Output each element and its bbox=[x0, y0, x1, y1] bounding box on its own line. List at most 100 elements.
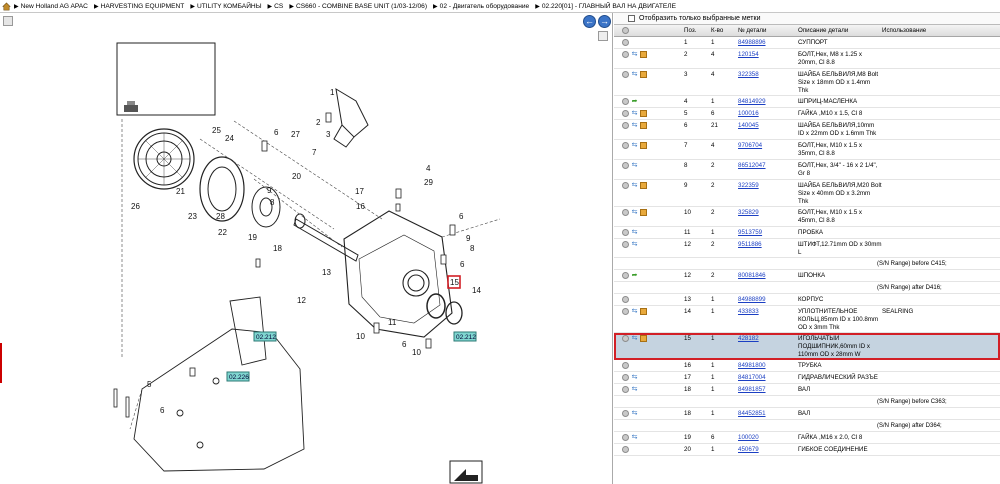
table-row[interactable]: ⇆ 12 2 9511886 ШТИФТ,12.71mm OD x 30mm L bbox=[614, 239, 1000, 258]
select-circle-icon[interactable] bbox=[622, 296, 629, 303]
callout-10[interactable]: 10 bbox=[356, 332, 365, 341]
part-number-link[interactable]: 9706704 bbox=[738, 142, 762, 149]
callout-13[interactable]: 13 bbox=[322, 268, 331, 277]
part-number-link[interactable]: 84981800 bbox=[738, 362, 766, 369]
callout-15[interactable]: 15 bbox=[450, 278, 459, 287]
callout-28[interactable]: 28 bbox=[216, 212, 225, 221]
swap-icon[interactable]: ⇆ bbox=[631, 162, 638, 169]
select-circle-icon[interactable] bbox=[622, 98, 629, 105]
part-number-link[interactable]: 100020 bbox=[738, 434, 759, 441]
cart-box-icon[interactable] bbox=[640, 182, 647, 189]
table-row[interactable]: 13 1 84988899 КОРПУС bbox=[614, 294, 1000, 306]
table-row[interactable]: ⇆ 17 1 84817004 ГИДРАВЛИЧЕСКИЙ РАЗЪЕ bbox=[614, 372, 1000, 384]
select-circle-icon[interactable] bbox=[622, 362, 629, 369]
part-number-link[interactable]: 84988896 bbox=[738, 39, 766, 46]
select-circle-icon[interactable] bbox=[622, 39, 629, 46]
table-row[interactable]: ⇆ 7 4 9706704 БОЛТ,Hex, M10 x 1.5 x 35mm, Cl… bbox=[614, 140, 1000, 160]
select-all-icon[interactable] bbox=[614, 27, 684, 34]
table-row[interactable]: ⇆ 18 1 84452851 ВАЛ bbox=[614, 408, 1000, 420]
table-row[interactable]: ⇆ 9 2 322359 ШАЙБА БЕЛЬВИЛЯ,M20 Bolt Size x … bbox=[614, 180, 1000, 207]
callout-29[interactable]: 29 bbox=[424, 178, 433, 187]
ref-tag[interactable]: 02.212 bbox=[253, 331, 277, 342]
part-number-link[interactable]: 86512047 bbox=[738, 162, 766, 169]
filter-checkbox[interactable] bbox=[628, 15, 635, 22]
callout-16[interactable]: 16 bbox=[356, 202, 365, 211]
part-number-link[interactable]: 9513759 bbox=[738, 229, 762, 236]
ref-tag[interactable]: 02.212 bbox=[453, 331, 477, 342]
swap-icon[interactable]: ⇆ bbox=[631, 386, 638, 393]
callout-4[interactable]: 4 bbox=[426, 164, 431, 173]
swap-icon[interactable]: ⇆ bbox=[631, 110, 638, 117]
breadcrumb-item[interactable]: ▶ CS bbox=[268, 3, 284, 10]
cart-box-icon[interactable] bbox=[640, 71, 647, 78]
table-row[interactable]: ⇆ 14 1 433833 УПЛОТНИТЕЛЬНОЕ КОЛЬЦ,85mm ID x… bbox=[614, 306, 1000, 333]
col-header-use[interactable]: Использование bbox=[882, 27, 992, 34]
callout-22[interactable]: 22 bbox=[218, 228, 227, 237]
callout-12[interactable]: 12 bbox=[297, 296, 306, 305]
forward-button[interactable]: → bbox=[598, 15, 611, 28]
callout-18[interactable]: 18 bbox=[273, 244, 282, 253]
swap-icon[interactable]: ⇆ bbox=[631, 209, 638, 216]
part-number-link[interactable]: 84981857 bbox=[738, 386, 766, 393]
col-header-pos[interactable]: Поз. bbox=[684, 27, 711, 34]
part-number-link[interactable]: 433833 bbox=[738, 308, 759, 315]
callout-6-repeat[interactable]: 6 bbox=[460, 260, 465, 269]
swap-icon[interactable]: ⇆ bbox=[631, 410, 638, 417]
col-header-desc[interactable]: Описание детали bbox=[798, 27, 882, 34]
swap-icon[interactable]: ⇆ bbox=[631, 241, 638, 248]
callout-3[interactable]: 3 bbox=[326, 130, 331, 139]
table-row[interactable]: ⇆ 18 1 84981857 ВАЛ bbox=[614, 384, 1000, 396]
col-header-qty[interactable]: К-во bbox=[711, 27, 738, 34]
print-icon[interactable] bbox=[124, 101, 138, 112]
table-row[interactable]: 16 1 84981800 ТРУБКА bbox=[614, 360, 1000, 372]
callout-23[interactable]: 23 bbox=[188, 212, 197, 221]
callout-14[interactable]: 14 bbox=[472, 286, 481, 295]
select-circle-icon[interactable] bbox=[622, 335, 629, 342]
part-number-link[interactable]: 322358 bbox=[738, 71, 759, 78]
select-circle-icon[interactable] bbox=[622, 229, 629, 236]
swap-icon[interactable]: ⇆ bbox=[631, 374, 638, 381]
callout-11[interactable]: 11 bbox=[388, 318, 397, 327]
select-circle-icon[interactable] bbox=[622, 446, 629, 453]
select-circle-icon[interactable] bbox=[622, 71, 629, 78]
cart-box-icon[interactable] bbox=[640, 335, 647, 342]
callout-6-repeat[interactable]: 6 bbox=[160, 406, 165, 415]
table-row[interactable]: ⇆ 6 21 140045 ШАЙБА БЕЛЬВИЛЯ,10mm ID x 22mm … bbox=[614, 120, 1000, 140]
callout-9-repeat[interactable]: 9 bbox=[267, 186, 272, 195]
select-circle-icon[interactable] bbox=[622, 410, 629, 417]
cart-box-icon[interactable] bbox=[640, 122, 647, 129]
select-circle-icon[interactable] bbox=[622, 272, 629, 279]
select-circle-icon[interactable] bbox=[622, 308, 629, 315]
cart-box-icon[interactable] bbox=[640, 308, 647, 315]
part-number-link[interactable]: 100016 bbox=[738, 110, 759, 117]
callout-6[interactable]: 6 bbox=[274, 128, 279, 137]
part-number-link[interactable]: 80081846 bbox=[738, 272, 766, 279]
select-circle-icon[interactable] bbox=[622, 209, 629, 216]
select-circle-icon[interactable] bbox=[622, 386, 629, 393]
swap-icon[interactable]: ⇆ bbox=[631, 51, 638, 58]
callout-8-repeat[interactable]: 8 bbox=[270, 198, 275, 207]
callout-26[interactable]: 26 bbox=[131, 202, 140, 211]
table-row[interactable]: ⇆ 3 4 322358 ШАЙБА БЕЛЬВИЛЯ,M8 Bolt Size x 1… bbox=[614, 69, 1000, 96]
breadcrumb-item[interactable]: ▶ HARVESTING EQUIPMENT bbox=[94, 3, 184, 10]
select-circle-icon[interactable] bbox=[622, 241, 629, 248]
swap-icon[interactable]: ⇆ bbox=[631, 122, 638, 129]
swap-icon[interactable]: ⇆ bbox=[631, 71, 638, 78]
callout-20[interactable]: 20 bbox=[292, 172, 301, 181]
swap-icon[interactable]: ⇆ bbox=[631, 308, 638, 315]
table-row[interactable]: 1 1 84988896 СУППОРТ bbox=[614, 37, 1000, 49]
part-number-link[interactable]: 84452851 bbox=[738, 410, 766, 417]
swap-icon[interactable]: ⇆ bbox=[631, 335, 638, 342]
select-circle-icon[interactable] bbox=[622, 374, 629, 381]
breadcrumb-item[interactable]: ▶ CS660 - COMBINE BASE UNIT (1/03-12/06) bbox=[289, 3, 427, 10]
swap-icon[interactable]: ⇆ bbox=[631, 229, 638, 236]
view-arrow-icon[interactable] bbox=[449, 460, 483, 484]
callout-19[interactable]: 19 bbox=[248, 233, 257, 242]
swap-icon[interactable]: ⇆ bbox=[631, 434, 638, 441]
table-row[interactable]: ➦ 4 1 84814929 ШПРИЦ-МАСЛЕНКА bbox=[614, 96, 1000, 108]
cart-box-icon[interactable] bbox=[640, 209, 647, 216]
table-row[interactable]: ⇆ 11 1 9513759 ПРОБКА bbox=[614, 227, 1000, 239]
breadcrumb-item[interactable]: ▶ UTILITY КОМБАЙНЫ bbox=[190, 3, 261, 10]
select-circle-icon[interactable] bbox=[622, 182, 629, 189]
select-circle-icon[interactable] bbox=[622, 162, 629, 169]
